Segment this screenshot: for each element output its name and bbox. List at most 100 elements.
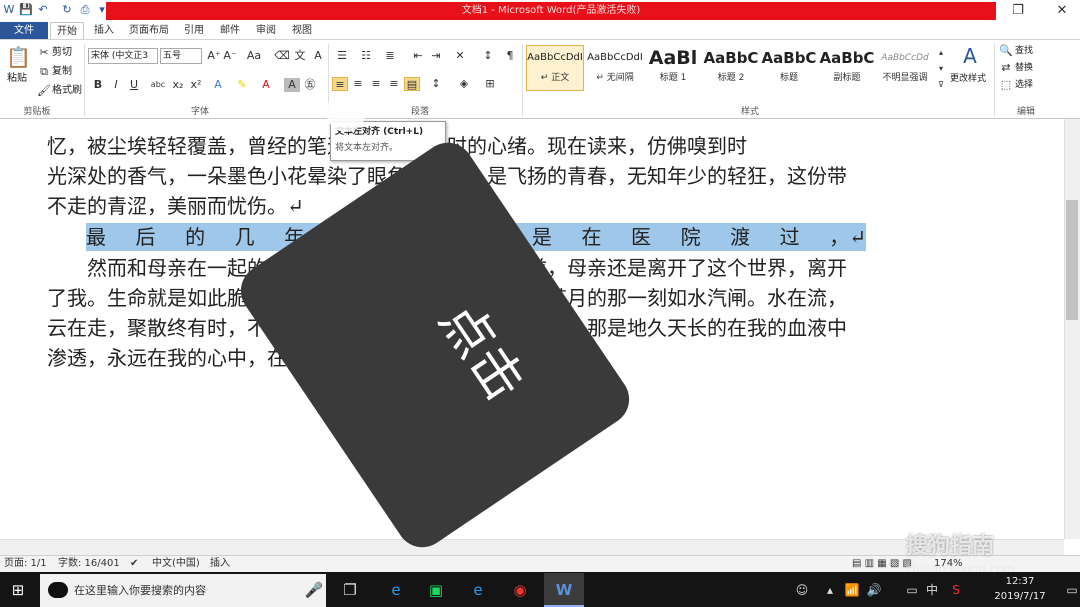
notification-icon[interactable]: ▭ <box>1060 578 1080 602</box>
iqiyi-icon[interactable]: ▣ <box>424 578 448 602</box>
tab-page-layout[interactable]: 页面布局 <box>124 22 174 39</box>
tab-view[interactable]: 视图 <box>286 22 318 39</box>
windows-start-icon[interactable]: ⊞ <box>6 578 30 602</box>
show-marks-icon[interactable]: ¶ <box>502 49 518 63</box>
style-subtle-emphasis[interactable]: AaBbCcDd 不明显强调 <box>876 45 934 91</box>
subscript-icon[interactable]: x₂ <box>170 78 186 92</box>
format-painter-icon[interactable]: 🖌 <box>36 84 52 98</box>
undo-icon[interactable]: ↶ <box>36 3 50 17</box>
ime-indicator[interactable]: 中 <box>920 578 944 602</box>
tab-review[interactable]: 审阅 <box>250 22 282 39</box>
proofing-icon[interactable]: ✔ <box>130 556 138 572</box>
select-button[interactable]: 选择 <box>1015 78 1033 92</box>
decrease-indent-icon[interactable]: ⇤ <box>410 49 426 63</box>
word-app-icon[interactable]: W <box>552 578 576 602</box>
vertical-scrollbar[interactable] <box>1064 119 1080 539</box>
app-icon[interactable]: ◉ <box>508 578 532 602</box>
shading-icon[interactable]: ◈ <box>456 77 472 91</box>
change-styles-icon[interactable]: A <box>956 44 984 68</box>
word-count[interactable]: 字数: 16/401 <box>58 556 120 572</box>
enclose-characters-icon[interactable]: ㊄ <box>302 78 318 92</box>
shrink-font-icon[interactable]: A⁻ <box>222 49 238 63</box>
save-icon[interactable]: 💾 <box>19 3 33 17</box>
edge-browser-icon[interactable]: e <box>384 578 408 602</box>
text-effects-icon[interactable]: A <box>210 78 226 92</box>
taskbar-search-input[interactable]: 在这里输入你要搜索的内容 <box>40 574 326 607</box>
microphone-icon[interactable]: 🎤 <box>302 578 326 602</box>
page-count[interactable]: 页面: 1/1 <box>4 556 47 572</box>
sogou-ime-icon[interactable]: S <box>944 578 968 602</box>
bullets-icon[interactable]: ☰ <box>334 49 350 63</box>
copy-icon[interactable]: ⧉ <box>36 65 52 79</box>
tab-file[interactable]: 文件 <box>0 22 48 39</box>
font-name-combo[interactable]: 宋体 (中文正3 <box>88 48 158 64</box>
change-styles-button[interactable]: 更改样式 <box>950 72 986 86</box>
style-heading-1[interactable]: AaBl 标题 1 <box>644 45 702 91</box>
paste-icon[interactable]: 📋 <box>6 44 31 70</box>
replace-icon[interactable]: ⇄ <box>998 61 1014 75</box>
align-left-icon[interactable]: ≡ <box>332 77 348 91</box>
numbering-icon[interactable]: ☷ <box>358 49 374 63</box>
clear-format-icon[interactable]: ⌫ <box>274 49 290 63</box>
style-heading-2[interactable]: AaBbC 标题 2 <box>702 45 760 91</box>
people-icon[interactable]: ☺ <box>790 578 814 602</box>
copy-button[interactable]: 复制 <box>52 65 72 79</box>
tab-mailings[interactable]: 邮件 <box>214 22 246 39</box>
italic-icon[interactable]: I <box>108 78 124 92</box>
superscript-icon[interactable]: x² <box>188 78 204 92</box>
tab-references[interactable]: 引用 <box>178 22 210 39</box>
close-window-button[interactable]: ✕ <box>1044 0 1080 22</box>
distributed-icon[interactable]: ▤ <box>404 77 420 91</box>
style-normal[interactable]: AaBbCcDdI ↵ 正文 <box>526 45 584 91</box>
quick-print-icon[interactable]: ⎙ <box>78 3 92 17</box>
clock[interactable]: 12:37 2019/7/17 <box>980 574 1060 604</box>
tray-icon[interactable]: ▴ <box>818 578 842 602</box>
task-view-icon[interactable]: ❐ <box>338 578 362 602</box>
style-subtitle[interactable]: AaBbC 副标题 <box>818 45 876 91</box>
horizontal-scrollbar[interactable] <box>0 539 1064 555</box>
font-color-icon[interactable]: A <box>258 78 274 92</box>
change-case-icon[interactable]: Aa <box>246 49 262 63</box>
phonetic-guide-icon[interactable]: 文 <box>292 49 308 63</box>
bold-icon[interactable]: B <box>90 78 106 92</box>
character-shading-icon[interactable]: A <box>284 78 300 92</box>
align-center-icon[interactable]: ≡ <box>350 77 366 91</box>
vertical-scroll-thumb[interactable] <box>1066 200 1078 320</box>
align-right-icon[interactable]: ≡ <box>368 77 384 91</box>
highlight-color-icon[interactable]: ✎ <box>234 78 250 92</box>
chinese-layout-icon[interactable]: ✕ <box>452 49 468 63</box>
multilevel-list-icon[interactable]: ≣ <box>382 49 398 63</box>
tab-insert[interactable]: 插入 <box>88 22 120 39</box>
borders-icon[interactable]: ⊞ <box>482 77 498 91</box>
strikethrough-icon[interactable]: abc <box>150 78 166 92</box>
justify-icon[interactable]: ≡ <box>386 77 402 91</box>
underline-icon[interactable]: U <box>126 78 142 92</box>
format-painter-button[interactable]: 格式刷 <box>52 84 82 98</box>
line-spacing-icon[interactable]: ↕ <box>428 77 444 91</box>
style-title[interactable]: AaBbC 标题 <box>760 45 818 91</box>
network-icon[interactable]: 📶 <box>840 578 864 602</box>
find-icon[interactable]: 🔍 <box>998 44 1014 58</box>
find-button[interactable]: 查找 <box>1015 44 1033 58</box>
style-no-spacing[interactable]: AaBbCcDdI ↵ 无间隔 <box>586 45 644 91</box>
styles-more-icon[interactable]: ⊽ <box>936 78 946 92</box>
view-buttons[interactable]: ▤ ▥ ▦ ▧ ▨ <box>852 556 912 572</box>
increase-indent-icon[interactable]: ⇥ <box>428 49 444 63</box>
insert-mode[interactable]: 插入 <box>210 556 230 572</box>
select-icon[interactable]: ⬚ <box>998 78 1014 92</box>
redo-icon[interactable]: ↻ <box>60 3 74 17</box>
restore-window-button[interactable]: ❐ <box>1000 0 1036 22</box>
paste-button[interactable]: 粘贴 <box>7 72 27 86</box>
sort-icon[interactable]: ↕ <box>480 49 496 63</box>
font-size-combo[interactable]: 五号 <box>160 48 202 64</box>
styles-scroll-down-icon[interactable]: ▾ <box>936 62 946 76</box>
replace-button[interactable]: 替换 <box>1015 61 1033 75</box>
styles-scroll-up-icon[interactable]: ▴ <box>936 46 946 60</box>
cortana-icon[interactable] <box>48 582 68 598</box>
character-border-icon[interactable]: A <box>310 49 326 63</box>
browser-icon[interactable]: e <box>466 578 490 602</box>
volume-icon[interactable]: 🔊 <box>862 578 886 602</box>
grow-font-icon[interactable]: A⁺ <box>206 49 222 63</box>
cut-icon[interactable]: ✂ <box>36 46 52 60</box>
language-indicator[interactable]: 中文(中国) <box>152 556 200 572</box>
